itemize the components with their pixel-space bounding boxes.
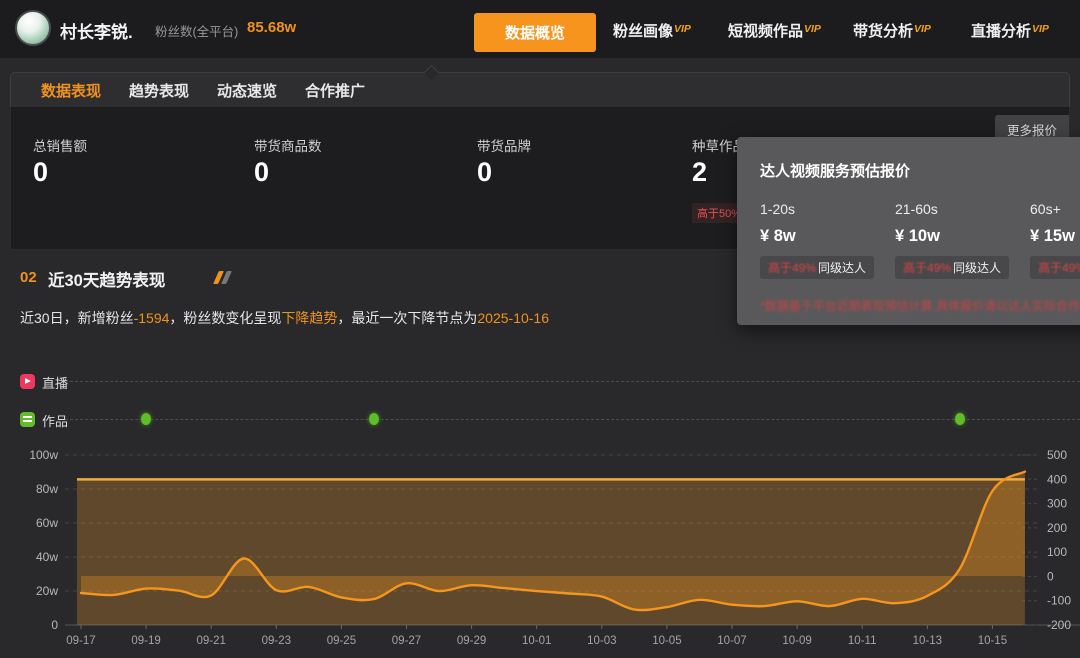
svg-text:09-17: 09-17 — [66, 635, 95, 647]
svg-text:10-15: 10-15 — [978, 635, 1007, 647]
svg-text:40w: 40w — [36, 550, 58, 564]
svg-text:-100: -100 — [1047, 594, 1071, 608]
svg-text:10-09: 10-09 — [782, 635, 811, 647]
dashboard-page: 100w 80w 60w 40w 20w 0 500 400 300 200 100 0 -100 -20… — [0, 0, 1080, 658]
vip-badge: VIP — [914, 23, 931, 35]
slashes-icon — [216, 271, 229, 284]
trend-summary: 近30日，新增粉丝-1594，粉丝数变化呈现下降趋势，最近一次下降节点为2025… — [20, 308, 549, 328]
svg-text:300: 300 — [1047, 497, 1067, 511]
timeline-dashed-line — [65, 381, 1080, 382]
svg-text:100w: 100w — [29, 448, 58, 462]
tab-fans-portrait[interactable]: 粉丝画像VIP — [613, 20, 691, 41]
svg-text:-200: -200 — [1047, 618, 1071, 632]
timeline-row-live: 直播 — [0, 371, 1080, 391]
svg-text:10-01: 10-01 — [522, 635, 551, 647]
subtab-trend-performance[interactable]: 趋势表现 — [115, 80, 203, 101]
svg-text:09-23: 09-23 — [262, 635, 291, 647]
creator-name: 村长李锐. — [60, 18, 133, 43]
subnav-notch — [424, 65, 440, 81]
works-marker-dot[interactable] — [369, 413, 379, 425]
quote-popup: 达人视频服务预估报价 1-20s ¥ 8w 高于49%同级达人 21-60s ¥… — [737, 137, 1080, 325]
section-title: 近30天趋势表现 — [48, 267, 165, 291]
svg-text:09-21: 09-21 — [196, 635, 225, 647]
tab-short-video[interactable]: 短视频作品VIP — [728, 20, 821, 41]
svg-text:20w: 20w — [36, 584, 58, 598]
svg-text:09-19: 09-19 — [131, 635, 160, 647]
peer-compare-chip: 高于49%同级达人 — [895, 256, 1009, 279]
vip-badge: VIP — [1032, 23, 1049, 35]
live-icon — [20, 374, 35, 389]
section-number: 02 — [20, 269, 37, 286]
svg-text:10-07: 10-07 — [717, 635, 746, 647]
popup-title: 达人视频服务预估报价 — [760, 160, 910, 181]
popup-disclaimer: *数据基于平台近期表现预估计算 具体报价请以达人实际合作报价为准 — [760, 297, 1080, 314]
legend-works[interactable]: 作品 — [42, 411, 68, 430]
svg-text:10-03: 10-03 — [587, 635, 616, 647]
vip-badge: VIP — [674, 23, 691, 35]
works-icon — [20, 412, 35, 427]
legend-live[interactable]: 直播 — [42, 373, 68, 392]
svg-text:0: 0 — [51, 618, 58, 632]
sub-nav: 数据表现 趋势表现 动态速览 合作推广 — [10, 72, 1070, 108]
peer-compare-chip: 高于49%同级达人 — [1030, 256, 1080, 279]
timeline-dashed-line — [65, 419, 1080, 420]
vip-badge: VIP — [804, 23, 821, 35]
timeline-row-works: 作品 — [0, 409, 1080, 429]
subtab-activity-overview[interactable]: 动态速览 — [203, 80, 291, 101]
tab-data-overview[interactable]: 数据概览 — [474, 13, 596, 52]
svg-text:09-25: 09-25 — [327, 635, 356, 647]
fans-count-value: 85.68w — [247, 19, 296, 36]
svg-text:10-13: 10-13 — [913, 635, 942, 647]
svg-text:09-27: 09-27 — [392, 635, 421, 647]
avatar[interactable] — [15, 10, 51, 46]
svg-text:400: 400 — [1047, 472, 1067, 486]
svg-text:100: 100 — [1047, 545, 1067, 559]
svg-text:0: 0 — [1047, 569, 1054, 583]
svg-text:10-05: 10-05 — [652, 635, 681, 647]
works-marker-dot[interactable] — [141, 413, 151, 425]
svg-text:200: 200 — [1047, 521, 1067, 535]
svg-text:60w: 60w — [36, 516, 58, 530]
peer-compare-chip: 高于49%同级达人 — [760, 256, 874, 279]
subtab-cooperation[interactable]: 合作推广 — [291, 80, 379, 101]
svg-text:10-11: 10-11 — [848, 635, 877, 647]
svg-text:09-29: 09-29 — [457, 635, 486, 647]
tab-ecommerce-analysis[interactable]: 带货分析VIP — [853, 20, 931, 41]
top-bar: 村长李锐. 粉丝数(全平台) 85.68w 数据概览 粉丝画像VIP 短视频作品… — [0, 0, 1080, 58]
svg-text:500: 500 — [1047, 448, 1067, 462]
tab-live-analysis[interactable]: 直播分析VIP — [971, 20, 1049, 41]
works-marker-dot[interactable] — [955, 413, 965, 425]
svg-text:80w: 80w — [36, 482, 58, 496]
subtab-data-performance[interactable]: 数据表现 — [27, 80, 115, 101]
fans-count-label: 粉丝数(全平台) — [155, 21, 238, 40]
